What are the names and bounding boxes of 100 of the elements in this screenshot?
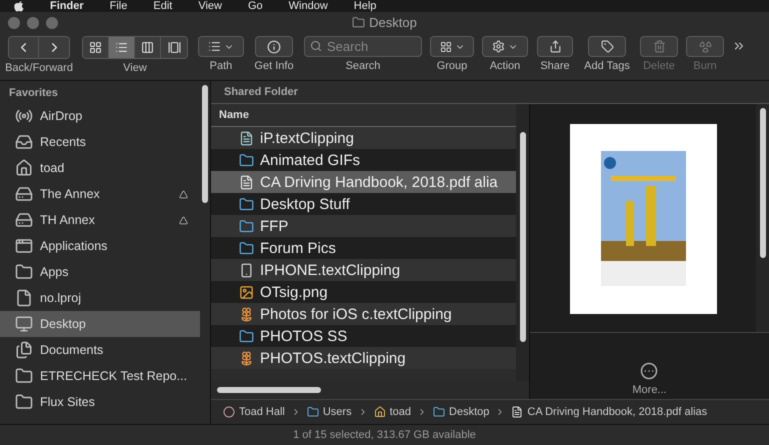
delete-button[interactable] <box>640 36 678 57</box>
toolbar-label: Share <box>540 60 570 72</box>
scrollbar-thumb[interactable] <box>217 387 321 393</box>
scrollbar-thumb[interactable] <box>202 85 208 203</box>
applications-icon <box>15 237 33 255</box>
sidebar-item[interactable]: ETRECHECK Test Repo... <box>0 363 200 389</box>
phone-icon <box>239 262 254 278</box>
back-forward-control[interactable] <box>8 36 70 59</box>
search-field[interactable]: Search <box>304 36 422 57</box>
toolbar-label: Delete <box>643 60 675 72</box>
path-item[interactable]: toad <box>374 406 412 418</box>
toolbar-label: Search <box>346 60 380 72</box>
toolbar-label: View <box>123 62 147 74</box>
folder-icon <box>306 406 319 418</box>
path-item[interactable]: Users <box>306 406 352 418</box>
sidebar-item[interactable]: Applications <box>0 233 200 259</box>
gallery-icon <box>168 41 180 54</box>
more-button[interactable]: More... <box>626 361 673 397</box>
sidebar-item[interactable]: Desktop <box>0 311 200 337</box>
trash-icon <box>652 40 666 53</box>
menu-item[interactable]: File <box>110 0 128 12</box>
window-title: Desktop <box>369 14 417 30</box>
group-button[interactable] <box>430 36 474 57</box>
file-row[interactable]: CA Driving Handbook, 2018.pdf alia <box>211 171 516 193</box>
folder-icon <box>239 240 254 256</box>
image-icon <box>239 284 254 300</box>
list-icon <box>208 40 221 53</box>
menu-item[interactable]: Help <box>354 0 376 12</box>
apple-logo-icon[interactable] <box>14 0 24 12</box>
scrollbar-thumb[interactable] <box>520 132 526 342</box>
toolbar-label: Get Info <box>254 60 294 72</box>
search-icon <box>310 40 322 52</box>
sidebar-item[interactable]: Documents <box>0 337 200 363</box>
ellipsis-icon <box>640 362 658 380</box>
view-mode-button[interactable] <box>161 37 187 58</box>
menu-item[interactable]: Go <box>248 0 263 12</box>
get-info-button[interactable] <box>255 36 293 57</box>
file-row[interactable]: OTsig.png <box>211 281 516 303</box>
file-row[interactable]: IPHONE.textClipping <box>211 259 516 281</box>
drive-icon <box>15 185 33 203</box>
sidebar-item[interactable]: Recents <box>0 129 200 155</box>
folder-icon <box>239 152 254 168</box>
add-tags-button[interactable] <box>588 36 626 57</box>
sidebar-item[interactable]: Flux Sites <box>0 389 200 415</box>
sidebar-item[interactable]: toad <box>0 155 200 181</box>
menu-item[interactable]: View <box>198 0 222 12</box>
file-row[interactable]: FFP <box>211 215 516 237</box>
toolbar-label: Group <box>436 60 468 72</box>
file-row[interactable]: PHOTOS SS <box>211 325 516 347</box>
sidebar-item[interactable]: TH Annex <box>0 207 200 233</box>
folder-icon <box>239 218 254 234</box>
document-icon <box>239 174 254 190</box>
close-window-icon[interactable] <box>8 17 20 29</box>
view-mode-button[interactable] <box>109 37 135 58</box>
airdrop-icon <box>15 107 33 125</box>
document-icon <box>511 406 524 418</box>
eject-icon <box>179 190 188 198</box>
zoom-window-icon[interactable] <box>46 17 58 29</box>
scrollbar-thumb[interactable] <box>760 108 766 258</box>
columns-icon <box>141 41 154 54</box>
file-row[interactable]: PHOTOS.textClipping <box>211 347 516 369</box>
share-button[interactable] <box>537 36 573 57</box>
menu-item[interactable]: Edit <box>153 0 172 12</box>
menu-item[interactable]: Finder <box>50 0 84 12</box>
path-button[interactable] <box>198 36 244 57</box>
sidebar-item[interactable]: no.lproj <box>0 285 200 311</box>
action-button[interactable] <box>482 36 528 57</box>
sidebar-item[interactable]: AirDrop <box>0 103 200 129</box>
path-item[interactable]: Desktop <box>433 406 490 418</box>
burn-button[interactable] <box>686 36 724 57</box>
path-item[interactable]: CA Driving Handbook, 2018.pdf alias <box>511 406 708 418</box>
desktop-icon <box>15 315 33 333</box>
folder-icon <box>239 196 254 212</box>
flower-icon <box>239 306 254 322</box>
file-icon <box>15 289 33 307</box>
file-row[interactable]: Animated GIFs <box>211 149 516 171</box>
list-icon <box>115 41 128 54</box>
inbox-icon <box>15 133 33 151</box>
path-item[interactable]: Toad Hall <box>223 406 285 418</box>
file-row[interactable]: iP.textClipping <box>211 127 516 149</box>
sidebar-item[interactable]: The Annex <box>0 181 200 207</box>
disk-icon <box>223 406 235 418</box>
back-button[interactable] <box>9 37 39 58</box>
sidebar-heading: Favorites <box>8 87 59 101</box>
sidebar-item[interactable]: Apps <box>0 259 200 285</box>
menu-item[interactable]: Window <box>288 0 328 12</box>
file-row[interactable]: Forum Pics <box>211 237 516 259</box>
minimize-window-icon[interactable] <box>27 17 39 29</box>
radiation-icon <box>698 40 712 53</box>
file-row[interactable]: Photos for iOS c.textClipping <box>211 303 516 325</box>
documents-icon <box>15 341 33 359</box>
info-icon <box>267 40 281 54</box>
file-row[interactable]: Desktop Stuff <box>211 193 516 215</box>
view-switcher[interactable] <box>82 36 188 59</box>
view-mode-button[interactable] <box>135 37 161 58</box>
forward-button[interactable] <box>39 37 69 58</box>
folder-icon <box>239 328 254 344</box>
tag-icon <box>600 40 614 53</box>
view-mode-button[interactable] <box>83 37 109 58</box>
folder-icon <box>15 367 33 385</box>
